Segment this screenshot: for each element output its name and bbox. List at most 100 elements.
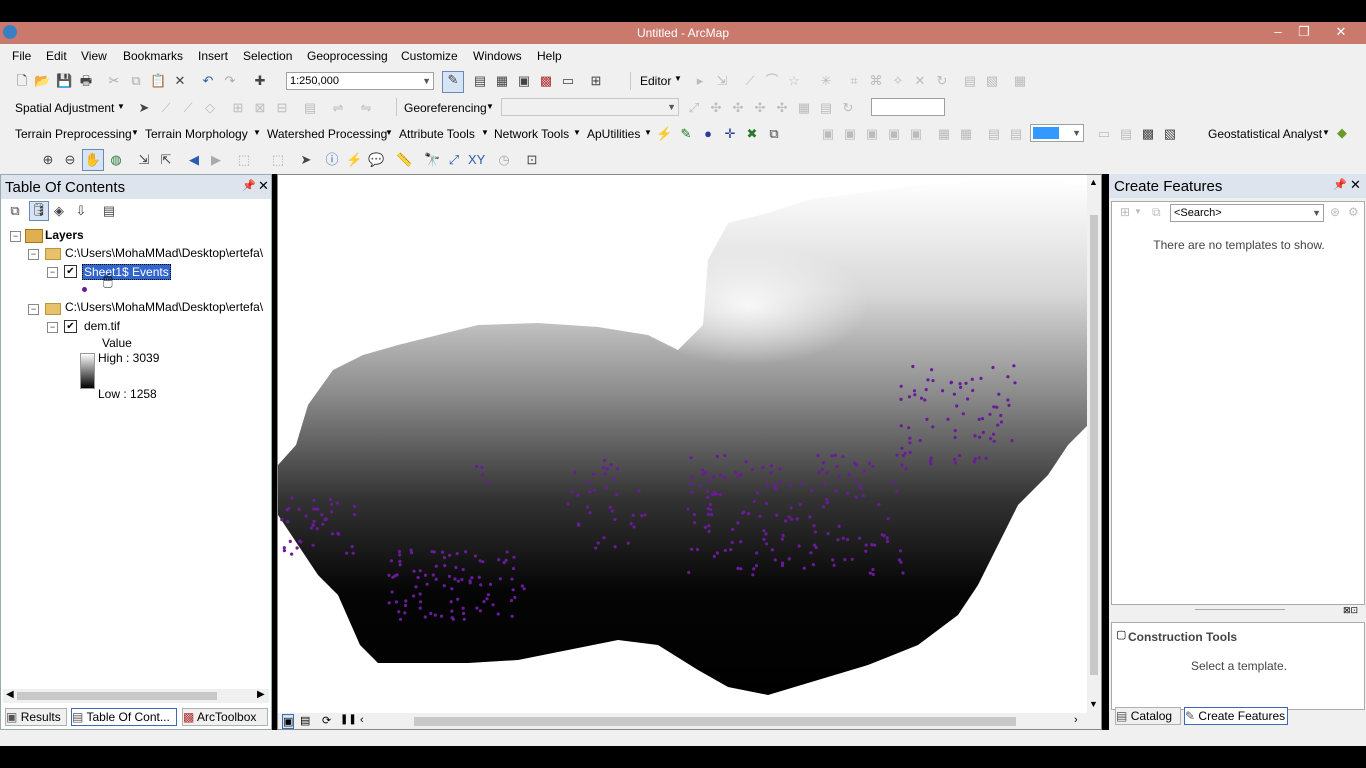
- zoom-in-icon[interactable]: ⊕: [40, 152, 56, 168]
- spatial-adjustment-menu[interactable]: Spatial Adjustment: [15, 101, 114, 115]
- editor-menu[interactable]: Editor: [640, 74, 671, 88]
- scroll-thumb[interactable]: [17, 692, 217, 700]
- list-by-drawing-order-icon[interactable]: ⧉: [7, 203, 23, 219]
- identify-icon[interactable]: ⓘ: [324, 152, 340, 168]
- scroll-left-icon[interactable]: ◀: [6, 689, 14, 700]
- georeferencing-menu[interactable]: Georeferencing: [404, 101, 487, 115]
- georeferencing-dropdown-icon[interactable]: ▼: [486, 102, 494, 111]
- aputilities-menu[interactable]: ApUtilities: [587, 127, 640, 141]
- pin-icon[interactable]: 📌: [1333, 178, 1347, 191]
- georeferencing-layer-combo[interactable]: ▼: [501, 98, 679, 116]
- aputilities-dropdown-icon[interactable]: ▼: [644, 128, 652, 137]
- menu-bookmarks[interactable]: Bookmarks: [123, 49, 183, 63]
- back-extent-icon[interactable]: ◀: [186, 152, 202, 168]
- refresh-icon[interactable]: ⟳: [322, 714, 331, 727]
- layout-view-icon[interactable]: ▤: [300, 714, 310, 727]
- geostatistical-analyst-dropdown-icon[interactable]: ▼: [1322, 128, 1330, 137]
- trace-upstream-icon[interactable]: ✖: [744, 126, 760, 142]
- map-vertical-scrollbar[interactable]: ▲ ▼: [1087, 175, 1101, 713]
- new-document-icon[interactable]: 🗋: [14, 73, 30, 89]
- splitter[interactable]: ⊠⊡: [1111, 605, 1365, 619]
- group1-path[interactable]: C:\Users\MohaMMad\Desktop\ertefa\: [65, 246, 269, 260]
- toggle-panels-icon[interactable]: ⊠⊡: [1343, 605, 1358, 616]
- collapse-icon[interactable]: −: [28, 304, 39, 315]
- paste-icon[interactable]: 📋: [150, 73, 166, 89]
- close-button[interactable]: ✕: [1318, 22, 1364, 42]
- menu-edit[interactable]: Edit: [46, 49, 67, 63]
- minimize-button[interactable]: –: [1264, 22, 1292, 42]
- options-icon[interactable]: ⚙: [1348, 205, 1359, 219]
- layout-icon-3[interactable]: ▩: [1140, 126, 1156, 142]
- python-window-icon[interactable]: ▭: [560, 73, 576, 89]
- create-features-tab[interactable]: ✎ Create Features: [1184, 707, 1288, 725]
- pause-icon[interactable]: ❚❚: [340, 714, 357, 725]
- open-folder-icon[interactable]: 📂: [34, 73, 50, 89]
- fixed-zoom-out-icon[interactable]: ⇱: [158, 152, 174, 168]
- trace-downstream-icon[interactable]: ✛: [722, 126, 738, 142]
- search-window-icon[interactable]: ▣: [516, 73, 532, 89]
- flow-path-icon[interactable]: ⚡: [656, 126, 672, 142]
- close-icon[interactable]: ✕: [1350, 177, 1361, 193]
- forward-extent-icon[interactable]: ▶: [208, 152, 224, 168]
- map-scale-combo[interactable]: 1:250,000 ▼: [286, 72, 434, 90]
- point-delineation-icon[interactable]: ✎: [678, 126, 694, 142]
- layer1-name[interactable]: Sheet1$ Events: [82, 264, 171, 280]
- zoom-out-icon[interactable]: ⊖: [62, 152, 78, 168]
- spatial-adjustment-dropdown-icon[interactable]: ▼: [117, 102, 125, 111]
- copy-icon[interactable]: ⧉: [128, 73, 144, 89]
- attribute-tools-menu[interactable]: Attribute Tools: [399, 127, 475, 141]
- search-icon[interactable]: ⊛: [1330, 205, 1340, 219]
- find-route-icon[interactable]: ⤢: [446, 152, 462, 168]
- scroll-right-icon[interactable]: ▶: [257, 689, 265, 700]
- arctoolbox-icon[interactable]: ▩: [538, 73, 554, 89]
- redo-icon[interactable]: ↷: [222, 73, 238, 89]
- pan-icon[interactable]: ✋: [82, 149, 104, 171]
- layer2-name[interactable]: dem.tif: [84, 319, 120, 333]
- cut-icon[interactable]: ✂: [106, 73, 122, 89]
- effects-slider-field[interactable]: ▼: [1030, 124, 1084, 142]
- model-builder-icon[interactable]: ⊞: [588, 73, 604, 89]
- list-by-visibility-icon[interactable]: ◈: [51, 203, 67, 219]
- collapse-icon[interactable]: −: [47, 322, 58, 333]
- list-by-source-icon[interactable]: 🛢: [29, 201, 49, 221]
- toc-options-icon[interactable]: ▤: [101, 203, 117, 219]
- toc-window-icon[interactable]: ▤: [472, 73, 488, 89]
- toc-tab[interactable]: ▤ Table Of Cont...: [71, 708, 177, 726]
- menu-view[interactable]: View: [81, 49, 107, 63]
- measure-icon[interactable]: 📏: [396, 152, 412, 168]
- scroll-right-icon[interactable]: ›: [1074, 714, 1078, 726]
- georeferencing-value-field[interactable]: [871, 98, 945, 116]
- layer1-visibility-checkbox[interactable]: ✔: [64, 265, 77, 278]
- layer2-visibility-checkbox[interactable]: ✔: [64, 320, 77, 333]
- network-tools-menu[interactable]: Network Tools: [494, 127, 569, 141]
- layout-icon-4[interactable]: ▧: [1162, 126, 1178, 142]
- pin-icon[interactable]: 📌: [242, 179, 256, 192]
- print-icon[interactable]: 🖶: [78, 73, 94, 89]
- watershed-processing-menu[interactable]: Watershed Processing: [267, 127, 387, 141]
- catalog-tab[interactable]: ▤ Catalog: [1115, 707, 1181, 725]
- geostatistical-wizard-icon[interactable]: ◆: [1334, 125, 1350, 141]
- maximize-button[interactable]: ❐: [1290, 22, 1318, 42]
- time-slider-icon[interactable]: ◷: [496, 152, 512, 168]
- hyperlink-icon[interactable]: ⚡: [346, 152, 362, 168]
- add-data-icon[interactable]: ✚: [252, 73, 268, 89]
- close-icon[interactable]: ✕: [258, 178, 269, 194]
- terrain-morphology-dropdown-icon[interactable]: ▼: [253, 128, 261, 137]
- menu-insert[interactable]: Insert: [198, 49, 228, 63]
- html-popup-icon[interactable]: 💬: [368, 152, 384, 168]
- editor-toolbar-icon[interactable]: ✎: [442, 71, 464, 93]
- scroll-left-icon[interactable]: ‹: [360, 714, 364, 726]
- scroll-thumb[interactable]: [1090, 215, 1098, 675]
- editor-dropdown-icon[interactable]: ▼: [674, 74, 682, 83]
- fixed-zoom-in-icon[interactable]: ⇲: [136, 152, 152, 168]
- network-tools-dropdown-icon[interactable]: ▼: [573, 128, 581, 137]
- template-search-combo[interactable]: <Search> ▼: [1170, 204, 1324, 222]
- select-features-icon[interactable]: ⬚: [236, 152, 252, 168]
- arctoolbox-tab[interactable]: ▩ ArcToolbox: [182, 708, 268, 726]
- menu-customize[interactable]: Customize: [401, 49, 458, 63]
- toc-horizontal-scrollbar[interactable]: ◀ ▶: [3, 689, 269, 703]
- full-extent-icon[interactable]: ◍: [108, 152, 124, 168]
- select-elements-icon[interactable]: ➤: [298, 152, 314, 168]
- attribute-tools-dropdown-icon[interactable]: ▼: [481, 128, 489, 137]
- collapse-icon[interactable]: −: [10, 231, 21, 242]
